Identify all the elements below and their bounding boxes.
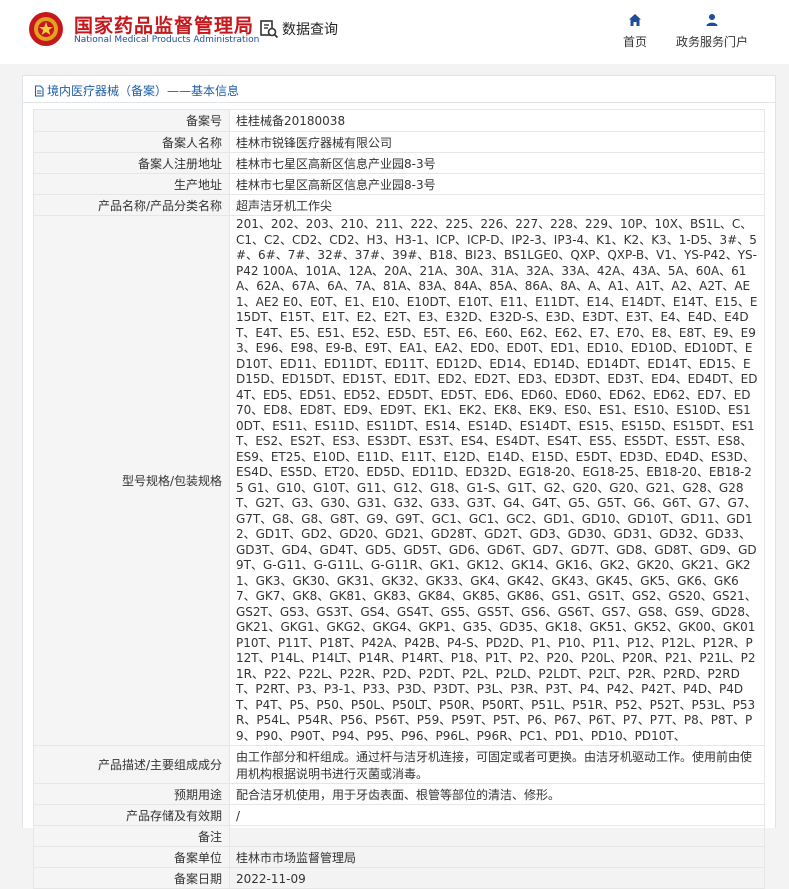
label-product-name: 产品名称/产品分类名称: [33, 194, 230, 216]
detail-panel: 境内医疗器械（备案）——基本信息 备案号 桂桂械备20180038 备案人名称 …: [22, 75, 776, 889]
table-row: 备案日期 2022-11-09: [33, 867, 765, 889]
table-row: 产品名称/产品分类名称 超声洁牙机工作尖: [33, 194, 765, 216]
label-model-spec: 型号规格/包装规格: [33, 215, 230, 746]
label-storage-validity: 产品存储及有效期: [33, 804, 230, 826]
value-storage-validity: /: [229, 804, 765, 826]
label-product-description: 产品描述/主要组成成分: [33, 745, 230, 784]
label-filing-date: 备案日期: [33, 867, 230, 889]
nav-portal-label: 政务服务门户: [675, 35, 748, 49]
value-filing-unit: 桂林市市场监督管理局: [229, 846, 765, 868]
table-row: 备案号 桂桂械备20180038: [33, 109, 765, 132]
nav-service-portal[interactable]: 政务服务门户: [668, 13, 756, 50]
table-row: 备案单位 桂林市市场监督管理局: [33, 846, 765, 868]
label-record-number: 备案号: [33, 109, 230, 132]
emblem-icon: [29, 12, 63, 46]
search-doc-icon: [260, 20, 279, 39]
label-registrant-address: 备案人注册地址: [33, 152, 230, 174]
label-registrant-name: 备案人名称: [33, 131, 230, 153]
value-production-address: 桂林市七星区高新区信息产业园8-3号: [229, 173, 765, 195]
nav-home-label: 首页: [622, 35, 647, 49]
data-query-label: 数据查询: [282, 22, 338, 38]
table-row: 型号规格/包装规格 201、202、203、210、211、222、225、22…: [33, 215, 765, 746]
table-row: 预期用途 配合洁牙机使用，用于牙齿表面、根管等部位的清洁、修形。: [33, 783, 765, 805]
brand-name-cn[interactable]: 国家药品监督管理局: [74, 11, 254, 38]
value-product-description: 由工作部分和杆组成。通过杆与洁牙机连接，可固定或者可更换。由洁牙机驱动工作。使用…: [229, 745, 765, 784]
site-header: 国家药品监督管理局 National Medical Products Admi…: [0, 0, 789, 64]
document-icon: [34, 84, 44, 97]
detail-table: 备案号 桂桂械备20180038 备案人名称 桂林市锐锋医疗器械有限公司 备案人…: [33, 109, 765, 889]
nav-home[interactable]: 首页: [617, 13, 653, 50]
value-registrant-name: 桂林市锐锋医疗器械有限公司: [229, 131, 765, 153]
value-intended-use: 配合洁牙机使用，用于牙齿表面、根管等部位的清洁、修形。: [229, 783, 765, 805]
value-product-name: 超声洁牙机工作尖: [229, 194, 765, 216]
table-row: 生产地址 桂林市七星区高新区信息产业园8-3号: [33, 173, 765, 195]
user-icon: [706, 14, 718, 26]
breadcrumb: 境内医疗器械（备案）——基本信息: [33, 82, 239, 99]
table-row: 备案人名称 桂林市锐锋医疗器械有限公司: [33, 131, 765, 153]
home-icon: [629, 14, 641, 26]
value-registrant-address: 桂林市七星区高新区信息产业园8-3号: [229, 152, 765, 174]
table-row: 备案人注册地址 桂林市七星区高新区信息产业园8-3号: [33, 152, 765, 174]
label-intended-use: 预期用途: [33, 783, 230, 805]
breadcrumb-text: 境内医疗器械（备案）——基本信息: [47, 84, 240, 98]
brand-name-en: National Medical Products Administration: [74, 35, 260, 45]
data-query-link[interactable]: 数据查询: [259, 18, 338, 40]
value-model-spec: 201、202、203、210、211、222、225、226、227、228、…: [229, 215, 765, 746]
label-filing-unit: 备案单位: [33, 846, 230, 868]
label-production-address: 生产地址: [33, 173, 230, 195]
panel-header: 境内医疗器械（备案）——基本信息: [23, 76, 775, 103]
value-remarks: [229, 825, 765, 847]
value-filing-date: 2022-11-09: [229, 867, 765, 889]
table-row: 备注: [33, 825, 765, 847]
table-row: 产品存储及有效期 /: [33, 804, 765, 826]
label-remarks: 备注: [33, 825, 230, 847]
value-record-number: 桂桂械备20180038: [229, 109, 765, 132]
table-row: 产品描述/主要组成成分 由工作部分和杆组成。通过杆与洁牙机连接，可固定或者可更换…: [33, 745, 765, 784]
